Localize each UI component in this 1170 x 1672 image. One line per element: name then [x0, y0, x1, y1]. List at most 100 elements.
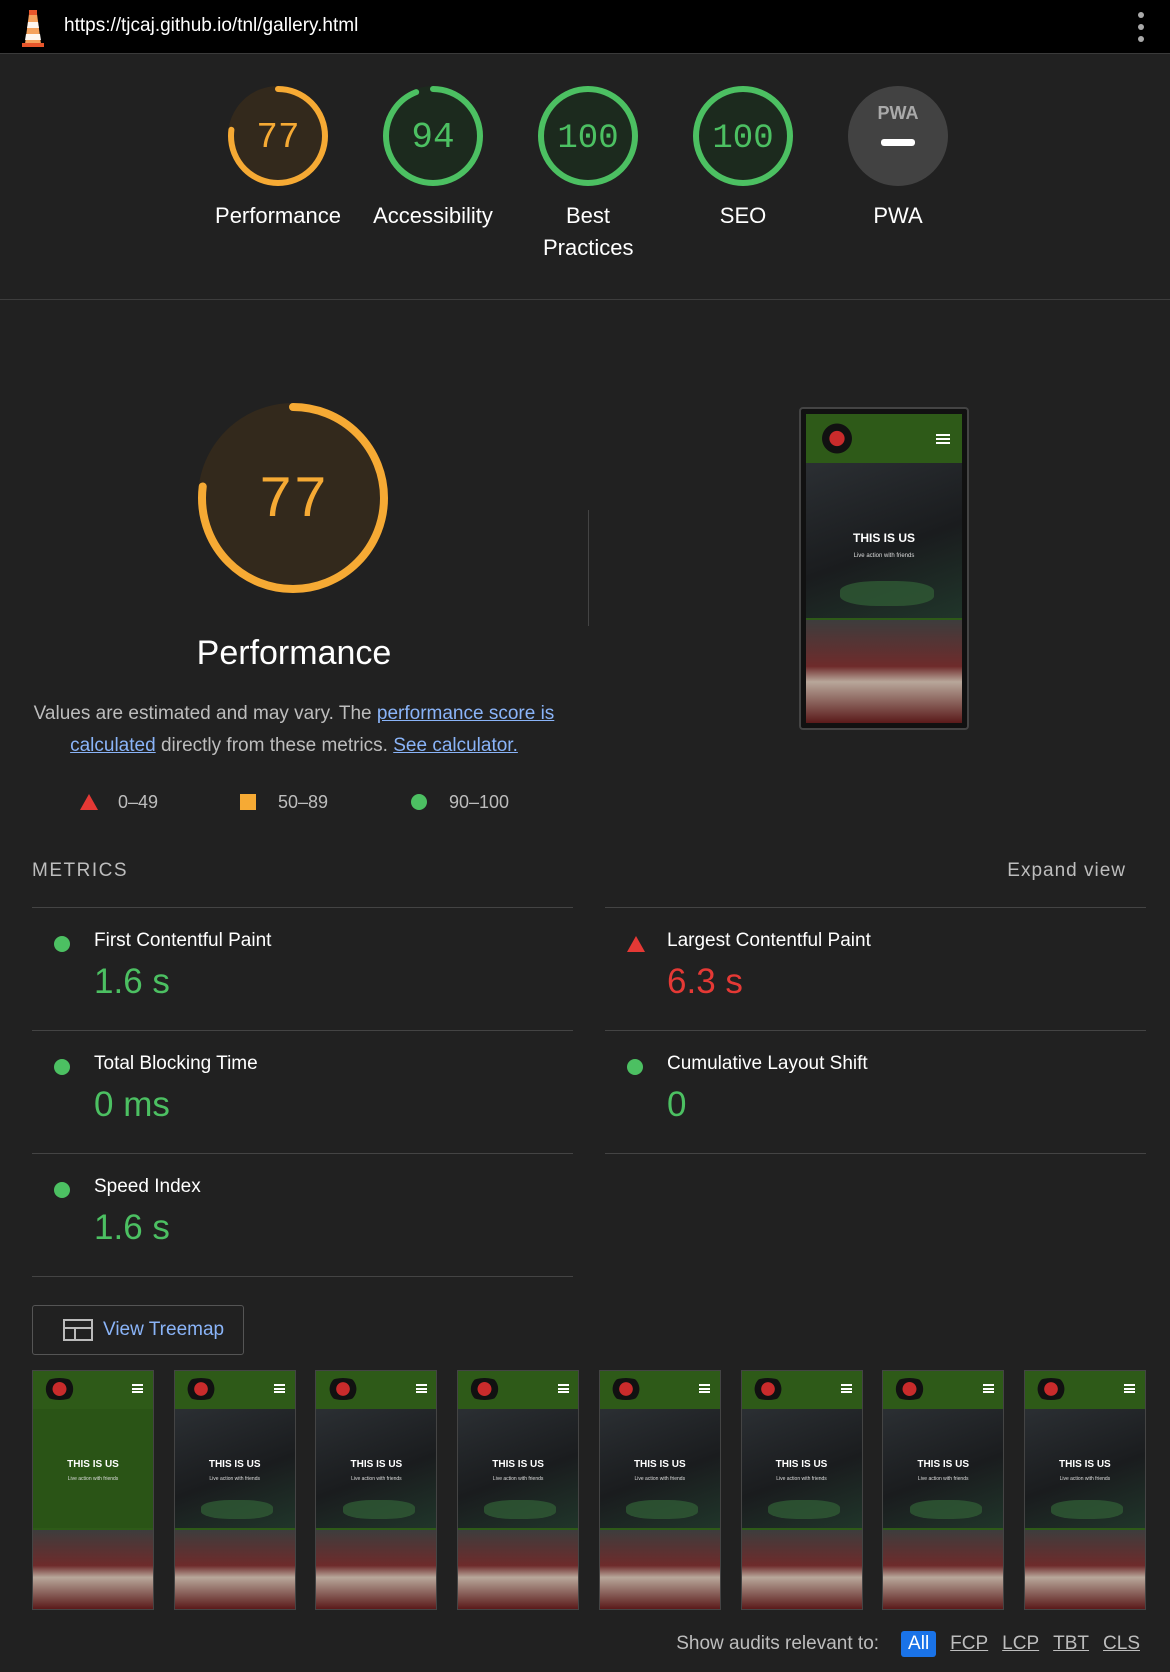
gauge-label: PWA [873, 203, 923, 228]
hamburger-menu-icon [415, 1384, 427, 1394]
metric-cumulative-layout-shift: Cumulative Layout Shift 0 [605, 1030, 1146, 1154]
expand-view-toggle[interactable]: Expand view [1007, 860, 1126, 882]
metric-value: 1.6 s [94, 962, 170, 1001]
filter-cls[interactable]: CLS [1103, 1633, 1140, 1655]
site-logo-icon [748, 1378, 788, 1400]
pwa-dash-icon [881, 139, 915, 146]
metric-name: First Contentful Paint [94, 930, 272, 951]
metric-largest-contentful-paint: Largest Contentful Paint 6.3 s [605, 907, 1146, 1031]
gauge-best-practices[interactable]: 100 Best Practices [513, 84, 663, 264]
fail-triangle-icon [80, 794, 98, 810]
filmstrip-frame: THIS IS US Live action with friends [1023, 1370, 1146, 1610]
hamburger-menu-icon [982, 1384, 994, 1394]
frame-title: THIS IS US [350, 1459, 403, 1471]
filter-all[interactable]: All [901, 1631, 937, 1657]
hamburger-menu-icon [1124, 1384, 1136, 1394]
metrics-header: METRICS [32, 860, 128, 881]
site-logo-icon [323, 1378, 362, 1400]
site-logo-icon [40, 1378, 79, 1400]
filter-tbt[interactable]: TBT [1053, 1633, 1089, 1655]
metric-name: Speed Index [94, 1176, 201, 1197]
gauge-score: 94 [411, 117, 454, 158]
legend-average: 50–89 [240, 790, 328, 814]
metric-name: Total Blocking Time [94, 1053, 258, 1074]
performance-gauge[interactable]: 77 [193, 398, 393, 598]
frame-subtitle: Live action with friends [917, 1475, 969, 1482]
pass-circle-icon [54, 1182, 70, 1198]
lighthouse-logo-icon [22, 10, 44, 47]
frame-subtitle: Live action with friends [634, 1475, 686, 1482]
screenshot-title: THIS IS US [852, 531, 915, 546]
site-logo-icon [1032, 1378, 1071, 1400]
frame-title: THIS IS US [492, 1459, 544, 1471]
frame-subtitle: Live action with friends [492, 1475, 544, 1482]
final-screenshot[interactable]: THIS IS US Live action with friends [799, 407, 969, 730]
pass-circle-icon [54, 1059, 70, 1075]
filmstrip: THIS IS US Live action with friends THIS I… [32, 1370, 1146, 1610]
desc-text: Values are estimated and may vary. The [33, 703, 377, 724]
metric-speed-index: Speed Index 1.6 s [32, 1153, 573, 1277]
score-summary: 77 Performance 94 Accessibility 100 Best Prac… [0, 54, 1170, 300]
gauge-ring: 94 [383, 86, 483, 186]
gauge-accessibility[interactable]: 94 Accessibility [358, 84, 508, 232]
desc-text: directly from these metrics. [155, 735, 394, 756]
frame-subtitle: Live action with friends [1059, 1475, 1111, 1482]
page-url: https://tjcaj.github.io/tnl/gallery.html [64, 15, 359, 36]
gauge-label: Accessibility [373, 203, 493, 228]
legend-pass: 90–100 [411, 790, 509, 814]
site-logo-icon [181, 1378, 221, 1400]
site-logo-icon [890, 1378, 929, 1400]
frame-title: THIS IS US [775, 1459, 828, 1471]
more-options-icon[interactable] [1136, 12, 1146, 42]
gauge-pwa[interactable]: PWA PWA [823, 84, 973, 232]
hamburger-menu-icon [840, 1384, 852, 1394]
legend-fail: 0–49 [80, 790, 158, 814]
hamburger-menu-icon [132, 1384, 144, 1394]
pass-circle-icon [54, 936, 70, 952]
average-square-icon [240, 794, 256, 810]
filmstrip-frame: THIS IS US Live action with friends [740, 1370, 863, 1610]
metric-value: 1.6 s [94, 1208, 170, 1247]
metric-name: Cumulative Layout Shift [667, 1053, 868, 1074]
filmstrip-frame: THIS IS US Live action with friends [315, 1370, 438, 1610]
hamburger-menu-icon [699, 1384, 711, 1394]
filter-lcp[interactable]: LCP [1002, 1633, 1039, 1655]
site-logo-icon [465, 1378, 504, 1400]
see-calculator-link[interactable]: See calculator. [393, 735, 518, 756]
gauge-score: 100 [712, 120, 773, 158]
gauge-ring: 100 [693, 86, 793, 186]
frame-title: THIS IS US [67, 1459, 119, 1471]
filmstrip-frame: THIS IS US Live action with friends [32, 1370, 154, 1610]
metric-first-contentful-paint: First Contentful Paint 1.6 s [32, 907, 573, 1031]
top-bar: https://tjcaj.github.io/tnl/gallery.html [0, 0, 1170, 54]
frame-title: THIS IS US [208, 1459, 261, 1471]
hamburger-menu-icon [557, 1384, 569, 1394]
view-treemap-button[interactable]: View Treemap [32, 1305, 244, 1355]
filmstrip-frame: THIS IS US Live action with friends [173, 1370, 296, 1610]
gauge-seo[interactable]: 100 SEO [668, 84, 818, 232]
gauge-label: SEO [719, 203, 767, 228]
performance-description: Values are estimated and may vary. The p… [30, 698, 558, 762]
gauge-ring: PWA [848, 86, 948, 186]
filter-fcp[interactable]: FCP [950, 1633, 988, 1655]
metric-value: 0 [667, 1085, 687, 1124]
frame-title: THIS IS US [633, 1459, 686, 1471]
legend-average-label: 50–89 [278, 791, 329, 812]
performance-score: 77 [258, 469, 328, 534]
frame-subtitle: Live action with friends [67, 1475, 119, 1482]
fail-triangle-icon [627, 936, 645, 952]
filmstrip-frame: THIS IS US Live action with friends [598, 1370, 721, 1610]
gauge-ring: 77 [228, 86, 328, 186]
screenshot-subtitle: Live action with friends [853, 553, 915, 560]
audit-filter: Show audits relevant to: All FCP LCP TBT… [676, 1631, 1140, 1657]
gauge-performance[interactable]: 77 Performance [203, 84, 353, 232]
metric-value: 0 ms [94, 1085, 170, 1124]
gauge-score: 77 [256, 117, 299, 158]
divider [32, 1276, 573, 1277]
treemap-icon [63, 1319, 93, 1341]
filmstrip-frame: THIS IS US Live action with friends [882, 1370, 1005, 1610]
frame-subtitle: Live action with friends [209, 1475, 260, 1482]
gauge-label: Best Practices [543, 203, 634, 260]
legend-fail-label: 0–49 [118, 791, 159, 812]
gauge-score: 100 [557, 120, 618, 158]
